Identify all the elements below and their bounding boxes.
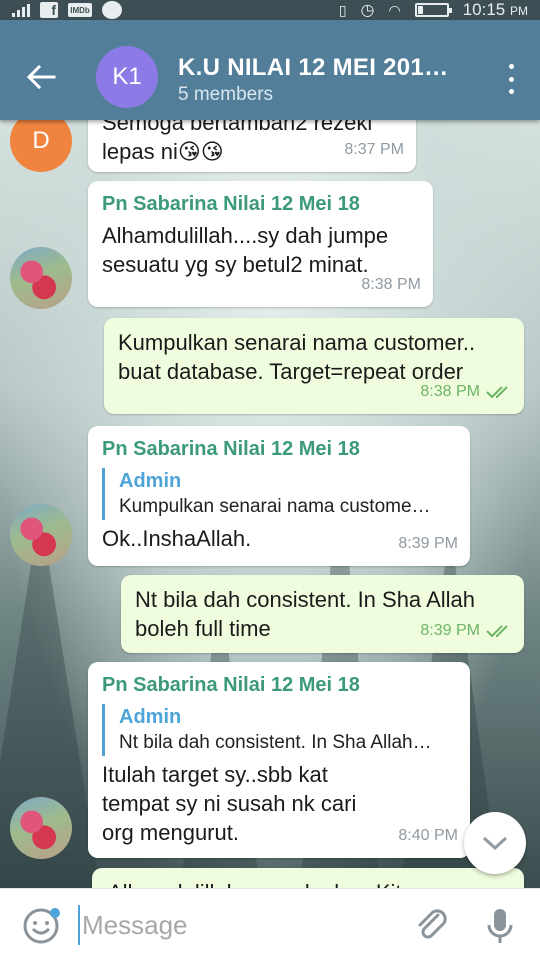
- imdb-icon: IMDb: [68, 3, 92, 17]
- quote-author: Admin: [119, 706, 182, 728]
- chat-title[interactable]: K.U NILAI 12 MEI 201…: [178, 54, 448, 82]
- message-time: 8:40 PM: [398, 827, 458, 844]
- status-right: ▯ ◷ ◠ 10:15 PM: [339, 0, 528, 20]
- battery-icon: [414, 3, 452, 17]
- message-time: 8:37 PM: [344, 141, 404, 158]
- clock-ampm: PM: [510, 4, 528, 18]
- back-arrow-icon: [26, 64, 56, 90]
- message-time: 8:39 PM: [398, 535, 458, 552]
- sender-avatar[interactable]: [10, 504, 72, 566]
- message-input[interactable]: [78, 905, 378, 945]
- vibrate-icon: ▯: [338, 1, 347, 18]
- more-vert-dot: [508, 89, 514, 94]
- back-button[interactable]: [24, 60, 58, 94]
- mic-button[interactable]: [484, 907, 516, 945]
- message-time-text: 8:38 PM: [420, 383, 480, 400]
- chat-header: K1 K.U NILAI 12 MEI 201… 5 members: [0, 20, 540, 120]
- message-bubble[interactable]: Nt bila dah consistent. In Sha Allah bol…: [121, 575, 524, 653]
- mic-icon: [487, 909, 513, 943]
- attach-button[interactable]: [412, 905, 452, 945]
- message-time-text: 8:39 PM: [420, 622, 480, 639]
- message-time: 8:38 PM: [361, 276, 421, 293]
- quote-text: Nt bila dah consistent. In Sha Allah…: [119, 732, 432, 753]
- status-bar: f IMDb ▯ ◷ ◠ 10:15 PM: [0, 0, 540, 20]
- messenger-icon: [102, 1, 122, 19]
- quote-text: Kumpulkan senarai nama custome…: [119, 496, 431, 517]
- signal-icon: [12, 3, 30, 17]
- message-bubble[interactable]: Pn Sabarina Nilai 12 Mei 18 Alhamdulilla…: [88, 181, 433, 307]
- message-bubble[interactable]: Pn Sabarina Nilai 12 Mei 18 Admin Kumpul…: [88, 426, 470, 566]
- reply-quote[interactable]: Admin Kumpulkan senarai nama custome…: [102, 468, 458, 520]
- more-vert-dot: [508, 76, 514, 82]
- chevron-down-icon: [482, 836, 508, 851]
- more-menu-button[interactable]: [506, 64, 516, 94]
- clock-time: 10:15: [462, 0, 506, 19]
- alarm-icon: ◷: [360, 2, 375, 19]
- status-left: f IMDb: [12, 0, 122, 20]
- group-avatar[interactable]: K1: [96, 46, 158, 108]
- double-check-icon: [486, 625, 508, 638]
- message-time: 8:39 PM: [420, 616, 512, 645]
- emoji-icon: [23, 908, 60, 944]
- scroll-down-button[interactable]: [464, 812, 526, 874]
- more-vert-icon: [508, 64, 514, 69]
- quote-author: Admin: [119, 470, 182, 492]
- clock: 10:15 PM: [463, 0, 528, 20]
- sender-name[interactable]: Pn Sabarina Nilai 12 Mei 18: [102, 672, 458, 698]
- member-count: 5 members: [178, 84, 274, 105]
- message-time: 8:38 PM: [420, 377, 512, 406]
- attach-icon: [418, 909, 447, 939]
- message-bubble[interactable]: Pn Sabarina Nilai 12 Mei 18 Admin Nt bil…: [88, 662, 470, 858]
- message-input-bar: [0, 888, 540, 960]
- double-check-icon: [486, 386, 508, 399]
- message-bubble[interactable]: Kumpulkan senarai nama customer.. buat d…: [104, 318, 524, 414]
- wifi-icon: ◠: [388, 1, 401, 18]
- sender-name[interactable]: Pn Sabarina Nilai 12 Mei 18: [102, 191, 433, 217]
- facebook-icon: f: [40, 2, 58, 18]
- sender-avatar[interactable]: [10, 247, 72, 309]
- reply-quote[interactable]: Admin Nt bila dah consistent. In Sha All…: [102, 704, 458, 756]
- emoji-button[interactable]: [22, 907, 60, 945]
- sender-name[interactable]: Pn Sabarina Nilai 12 Mei 18: [102, 436, 458, 462]
- sender-avatar[interactable]: [10, 797, 72, 859]
